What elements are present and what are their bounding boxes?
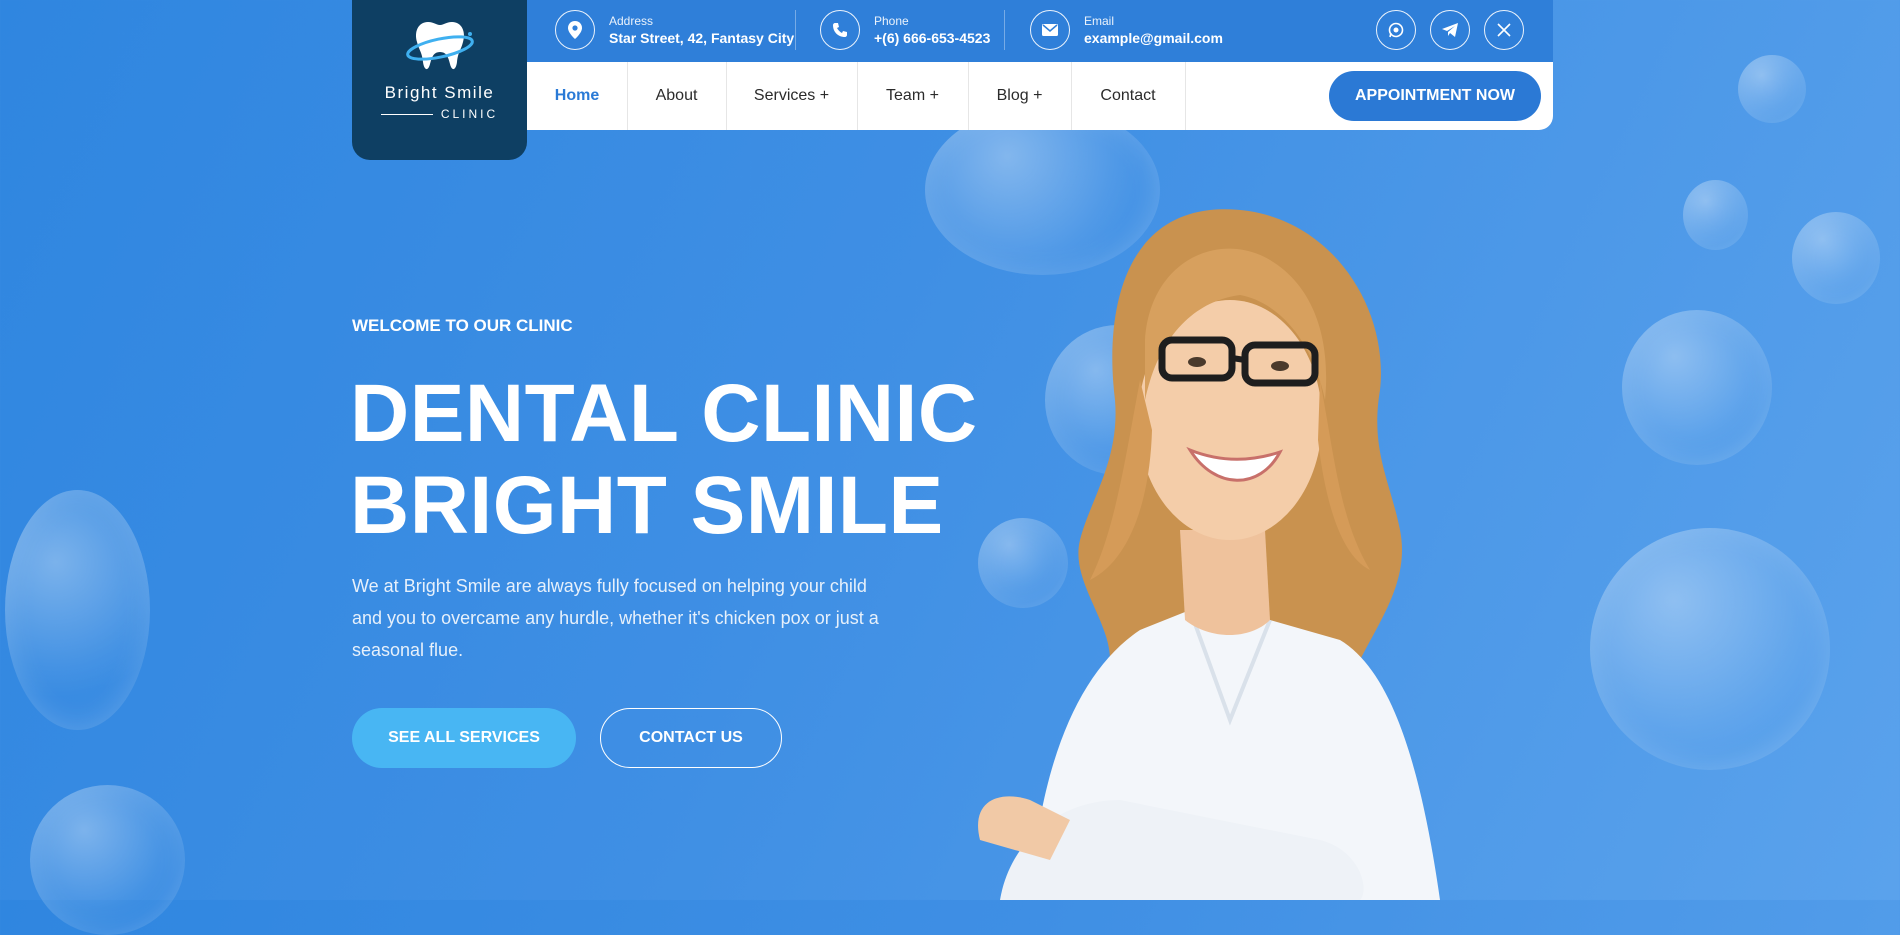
phone-icon xyxy=(820,10,860,50)
phone-info[interactable]: Phone +(6) 666-653-4523 xyxy=(820,10,990,50)
telegram-icon[interactable] xyxy=(1430,10,1470,50)
logo-name: Bright Smile xyxy=(384,83,495,102)
divider xyxy=(1004,10,1005,50)
bubble-decoration xyxy=(1792,212,1880,304)
nav-team[interactable]: Team + xyxy=(857,62,969,130)
bubble-decoration xyxy=(1590,528,1830,770)
whatsapp-icon[interactable] xyxy=(1376,10,1416,50)
x-icon[interactable] xyxy=(1484,10,1524,50)
nav-contact[interactable]: Contact xyxy=(1071,62,1186,130)
logo-subtitle: CLINIC xyxy=(440,107,499,121)
email-value[interactable]: example@gmail.com xyxy=(1084,30,1223,46)
phone-label: Phone xyxy=(874,14,909,28)
bubble-decoration xyxy=(5,490,150,730)
bubble-decoration xyxy=(1738,55,1806,123)
envelope-icon xyxy=(1030,10,1070,50)
nav-services[interactable]: Services + xyxy=(726,62,858,130)
top-contact-bar: Address Star Street, 42, Fantasy City Ph… xyxy=(527,0,1553,62)
bubble-decoration xyxy=(1683,180,1748,250)
welcome-tagline: WELCOME TO OUR CLINIC xyxy=(352,316,573,335)
hero-woman-image xyxy=(978,209,1440,900)
email-label: Email xyxy=(1084,14,1115,28)
appointment-button[interactable]: APPOINTMENT NOW xyxy=(1329,71,1541,121)
hero-description: We at Bright Smile are always fully focu… xyxy=(352,576,879,660)
nav-home[interactable]: Home xyxy=(527,62,628,130)
tooth-logo-icon xyxy=(405,22,474,70)
headline-line-2: BRIGHT SMILE xyxy=(350,460,944,551)
logo-rule xyxy=(380,113,433,115)
address-label: Address xyxy=(609,14,654,28)
see-all-services-button[interactable]: SEE ALL SERVICES xyxy=(352,708,576,768)
headline-line-1: DENTAL CLINIC xyxy=(350,368,978,459)
address-value: Star Street, 42, Fantasy City xyxy=(609,30,795,46)
divider xyxy=(795,10,796,50)
contact-us-button[interactable]: CONTACT US xyxy=(600,708,782,768)
bubble-decoration xyxy=(30,785,185,935)
logo[interactable]: Bright Smile CLINIC xyxy=(352,0,527,160)
nav-about[interactable]: About xyxy=(627,62,727,130)
location-pin-icon xyxy=(555,10,595,50)
nav-blog[interactable]: Blog + xyxy=(968,62,1072,130)
main-navigation: Home About Services + Team + Blog + Cont… xyxy=(527,62,1553,130)
address-info: Address Star Street, 42, Fantasy City xyxy=(555,10,794,50)
hero-headline: DENTAL CLINIC BRIGHT SMILE xyxy=(350,368,978,552)
bubble-decoration xyxy=(1622,310,1772,465)
email-info[interactable]: Email example@gmail.com xyxy=(1030,10,1223,50)
phone-value[interactable]: +(6) 666-653-4523 xyxy=(874,30,990,46)
